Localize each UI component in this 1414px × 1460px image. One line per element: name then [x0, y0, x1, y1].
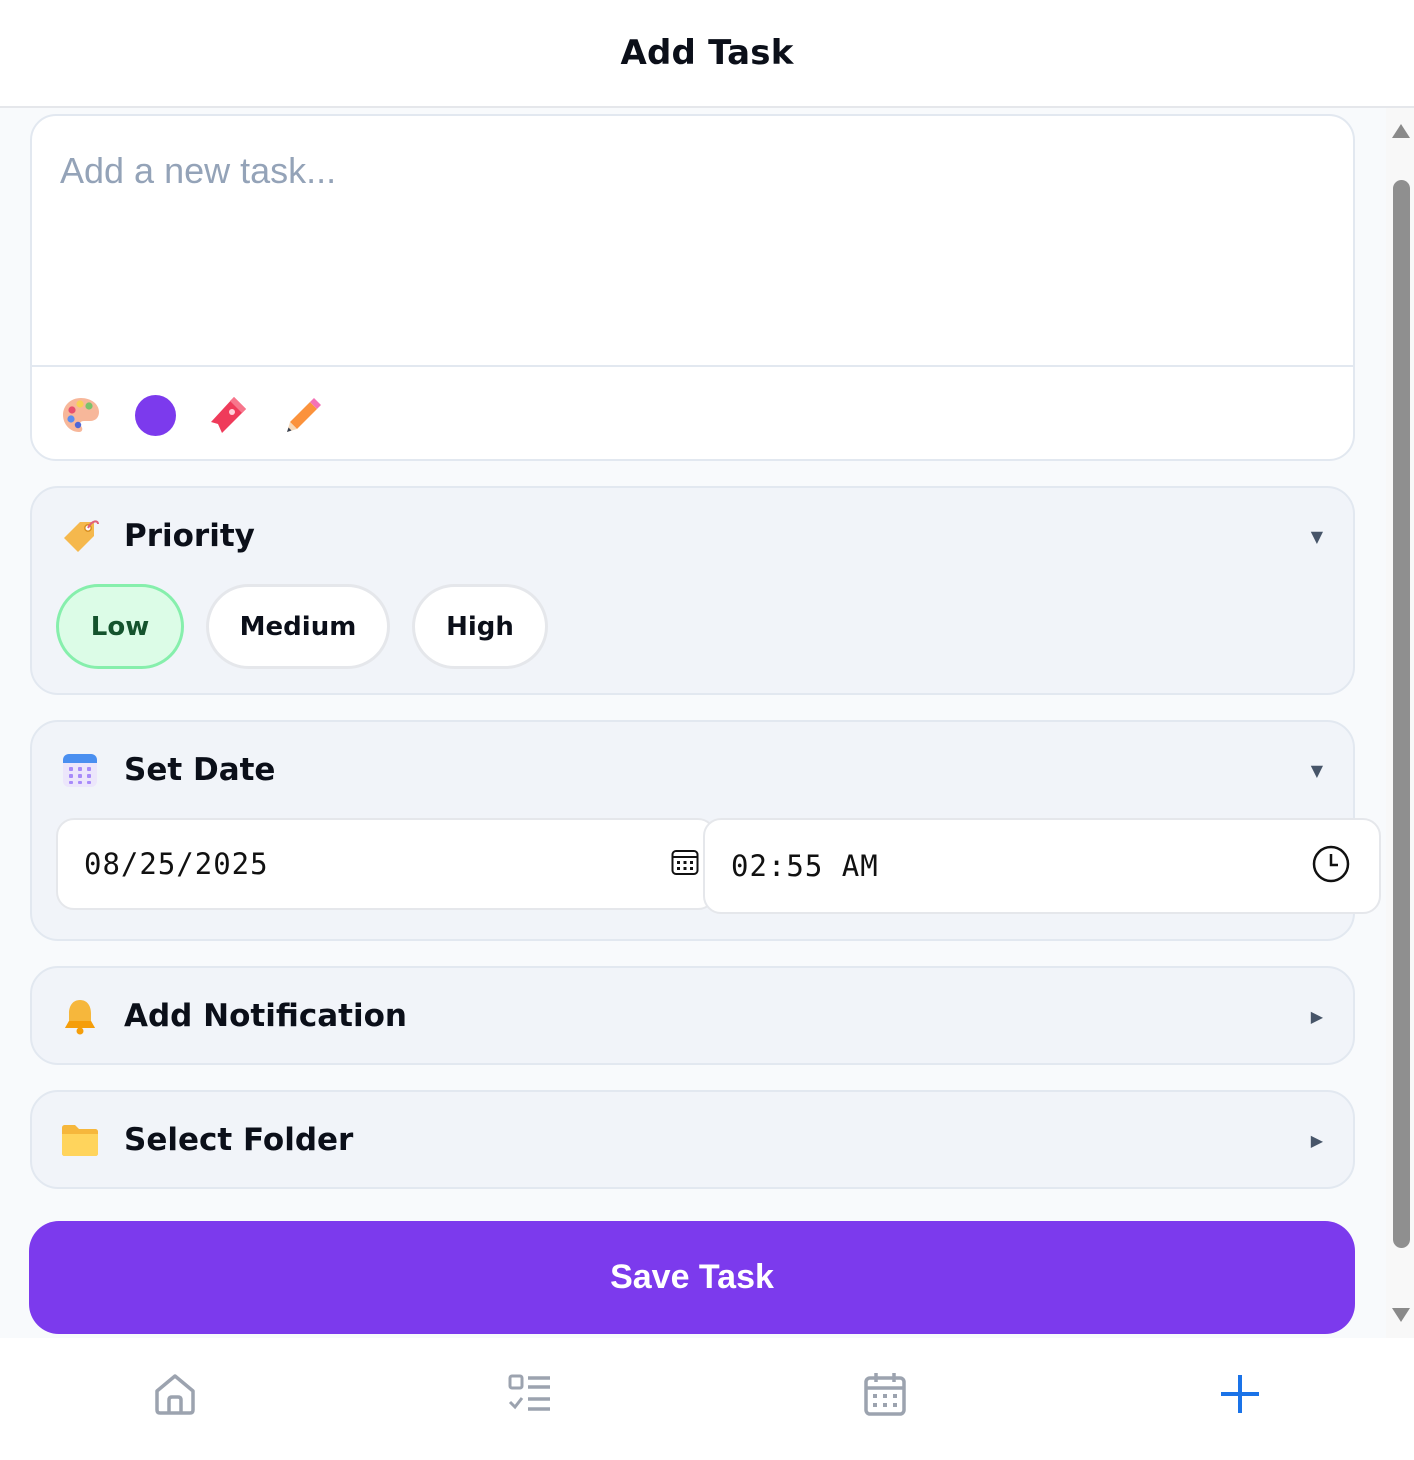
time-input[interactable]: 02:55 AM	[703, 818, 1381, 914]
priority-medium-button[interactable]: Medium	[206, 584, 390, 669]
priority-high-button[interactable]: High	[412, 584, 548, 669]
priority-options: Low Medium High	[56, 584, 548, 669]
save-task-label: Save Task	[610, 1258, 774, 1296]
color-picker-button[interactable]	[134, 394, 176, 436]
priority-header[interactable]: Priority ▼	[60, 488, 1323, 584]
priority-low-button[interactable]: Low	[56, 584, 184, 669]
scrollbar[interactable]	[1386, 108, 1414, 1338]
folder-icon	[60, 1120, 100, 1160]
chevron-down-icon[interactable]: ▼	[1311, 761, 1323, 780]
color-dot	[134, 394, 176, 436]
chevron-down-icon[interactable]: ▼	[1311, 527, 1323, 546]
calendar-nav-icon[interactable]	[845, 1354, 925, 1434]
set-date-title: Set Date	[124, 752, 276, 788]
pencil-icon[interactable]	[282, 394, 324, 436]
notification-header[interactable]: Add Notification ▶	[60, 968, 1323, 1064]
notification-title: Add Notification	[124, 998, 407, 1034]
date-input[interactable]: 08/25/2025	[56, 818, 716, 910]
scroll-thumb[interactable]	[1393, 180, 1410, 1248]
notification-section: Add Notification ▶	[30, 966, 1355, 1065]
folder-title: Select Folder	[124, 1122, 354, 1158]
add-icon[interactable]	[1200, 1354, 1280, 1434]
bookmark-icon[interactable]	[208, 394, 250, 436]
task-card	[30, 114, 1355, 461]
chevron-right-icon[interactable]: ▶	[1311, 1131, 1323, 1150]
set-date-header[interactable]: Set Date ▼	[60, 722, 1323, 818]
palette-icon[interactable]	[60, 394, 102, 436]
tag-icon	[60, 516, 100, 556]
clock-icon[interactable]	[1311, 844, 1351, 888]
chevron-right-icon[interactable]: ▶	[1311, 1007, 1323, 1026]
scroll-up-arrow[interactable]	[1392, 124, 1410, 138]
priority-title: Priority	[124, 518, 255, 554]
folder-header[interactable]: Select Folder ▶	[60, 1092, 1323, 1188]
home-icon[interactable]	[135, 1354, 215, 1434]
header: Add Task	[0, 0, 1414, 108]
scroll-down-arrow[interactable]	[1392, 1308, 1410, 1322]
folder-section: Select Folder ▶	[30, 1090, 1355, 1189]
bell-icon	[60, 996, 100, 1036]
calendar-picker-icon[interactable]	[670, 847, 700, 881]
task-toolbar	[60, 394, 324, 436]
priority-section: Priority ▼ Low Medium High	[30, 486, 1355, 695]
time-value: 02:55 AM	[731, 849, 879, 883]
tasks-list-icon[interactable]	[490, 1354, 570, 1434]
task-input[interactable]	[32, 116, 1353, 366]
save-task-button[interactable]: Save Task	[29, 1221, 1355, 1334]
bottom-nav	[0, 1338, 1414, 1460]
page-title: Add Task	[620, 33, 794, 73]
divider	[32, 365, 1353, 367]
date-value: 08/25/2025	[84, 847, 269, 881]
calendar-icon	[60, 750, 100, 790]
